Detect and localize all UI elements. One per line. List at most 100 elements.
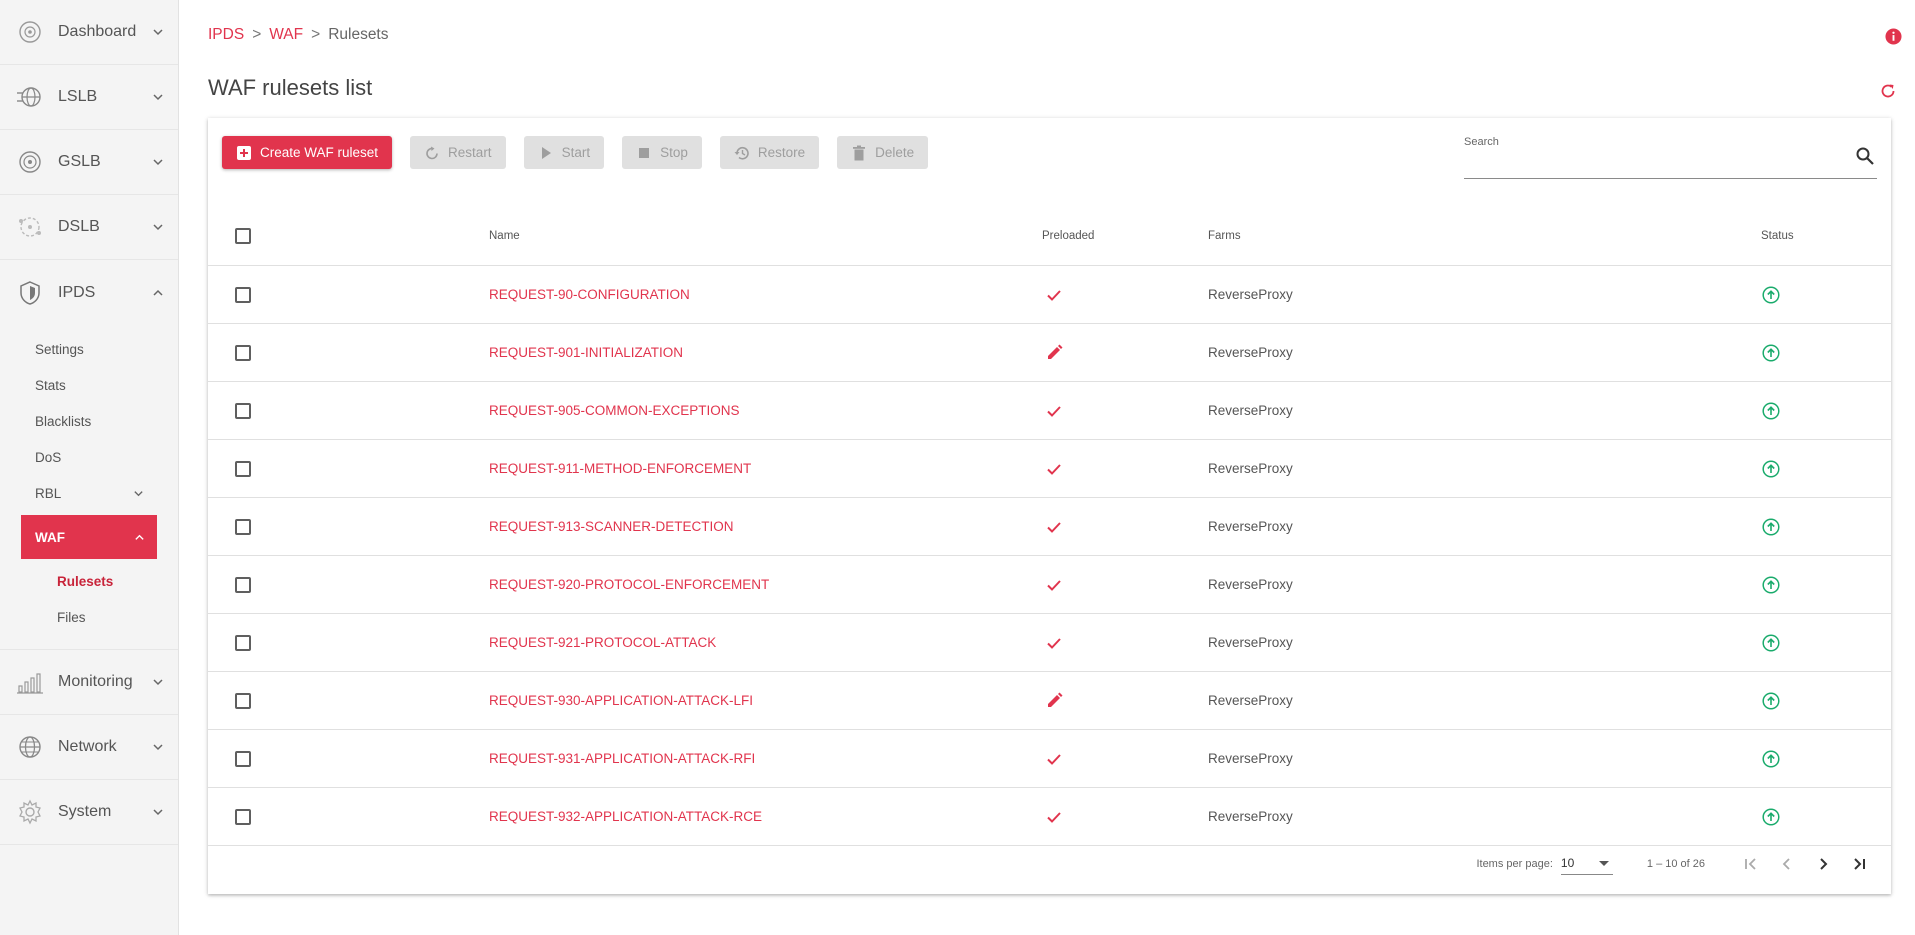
sidebar-item-ipds[interactable]: IPDS: [0, 260, 178, 325]
button-label: Delete: [875, 145, 915, 160]
start-button[interactable]: Start: [523, 136, 605, 169]
sidebar-item-label: System: [58, 803, 112, 820]
row-checkbox[interactable]: [235, 460, 251, 477]
sidebar-item-dslb[interactable]: DSLB: [0, 195, 178, 260]
status-up-icon: [1762, 691, 1780, 710]
sidebar-item-dashboard[interactable]: Dashboard: [0, 0, 178, 65]
ruleset-name-link[interactable]: REQUEST-921-PROTOCOL-ATTACK: [489, 635, 716, 650]
button-label: Restore: [757, 145, 806, 160]
column-header-name[interactable]: Name: [489, 230, 520, 242]
sidebar-subitem-dos[interactable]: DoS: [0, 439, 178, 475]
refresh-icon[interactable]: [1879, 82, 1897, 100]
previous-page-button[interactable]: [1769, 846, 1805, 882]
table-row: REQUEST-913-SCANNER-DETECTION ReverseProx…: [208, 498, 1891, 556]
chevron-down-icon: [153, 809, 163, 816]
stop-button[interactable]: Stop: [622, 136, 702, 169]
restore-button[interactable]: Restore: [719, 136, 820, 169]
search-field: Search: [1464, 136, 1877, 179]
items-per-page-select[interactable]: 10: [1560, 853, 1613, 875]
sidebar-item-network[interactable]: Network: [0, 715, 178, 780]
row-checkbox[interactable]: [235, 692, 251, 709]
table-row: REQUEST-930-APPLICATION-ATTACK-LFI Revers…: [208, 672, 1891, 730]
row-checkbox[interactable]: [235, 344, 251, 361]
select-all-checkbox[interactable]: [235, 227, 251, 244]
create-waf-ruleset-button[interactable]: Create WAF ruleset: [222, 136, 393, 169]
first-page-button[interactable]: [1733, 846, 1769, 882]
status-up-icon: [1762, 633, 1780, 652]
sidebar-item-monitoring[interactable]: Monitoring: [0, 650, 178, 715]
check-icon: [1047, 579, 1061, 591]
table-row: REQUEST-921-PROTOCOL-ATTACK ReverseProxy: [208, 614, 1891, 672]
row-checkbox[interactable]: [235, 286, 251, 303]
farms-cell: ReverseProxy: [1208, 345, 1293, 360]
ruleset-name-link[interactable]: REQUEST-911-METHOD-ENFORCEMENT: [489, 461, 751, 476]
chevron-down-icon: [134, 490, 143, 496]
ruleset-name-link[interactable]: REQUEST-90-CONFIGURATION: [489, 287, 690, 302]
status-up-icon: [1762, 517, 1780, 536]
button-label: Restart: [448, 145, 492, 160]
table-row: REQUEST-931-APPLICATION-ATTACK-RFI Revers…: [208, 730, 1891, 788]
chevron-up-icon: [135, 534, 144, 540]
column-header-farms[interactable]: Farms: [1208, 230, 1241, 242]
search-input[interactable]: [1464, 154, 1844, 176]
search-icon[interactable]: [1855, 146, 1875, 166]
last-page-button[interactable]: [1841, 846, 1877, 882]
ruleset-name-link[interactable]: REQUEST-905-COMMON-EXCEPTIONS: [489, 403, 740, 418]
sidebar-subitem-settings[interactable]: Settings: [0, 331, 178, 367]
ruleset-name-link[interactable]: REQUEST-930-APPLICATION-ATTACK-LFI: [489, 693, 753, 708]
first-page-icon: [1745, 858, 1756, 870]
ruleset-name-link[interactable]: REQUEST-920-PROTOCOL-ENFORCEMENT: [489, 577, 769, 592]
farms-cell: ReverseProxy: [1208, 287, 1293, 302]
sidebar-subitem-stats[interactable]: Stats: [0, 367, 178, 403]
network-icon: [15, 732, 45, 762]
rulesets-table: Name Preloaded Farms Status REQUEST-90-C…: [208, 206, 1891, 846]
ruleset-name-link[interactable]: REQUEST-932-APPLICATION-ATTACK-RCE: [489, 809, 762, 824]
rulesets-card: Create WAF ruleset Restart Start Stop Re…: [208, 118, 1891, 894]
sidebar-subitem-rbl[interactable]: RBL: [0, 475, 178, 511]
farms-cell: ReverseProxy: [1208, 751, 1293, 766]
ruleset-name-link[interactable]: REQUEST-931-APPLICATION-ATTACK-RFI: [489, 751, 755, 766]
restart-button[interactable]: Restart: [410, 136, 506, 169]
sidebar-item-lslb[interactable]: LSLB: [0, 65, 178, 130]
row-checkbox[interactable]: [235, 808, 251, 825]
check-icon: [1047, 289, 1061, 301]
next-page-button[interactable]: [1805, 846, 1841, 882]
status-up-icon: [1762, 749, 1780, 768]
status-up-icon: [1762, 343, 1780, 362]
sidebar-subitem-files[interactable]: Files: [0, 599, 178, 635]
pencil-edit-icon: [1048, 692, 1063, 707]
sidebar-subitem-waf[interactable]: WAF: [21, 515, 157, 559]
sidebar-subitem-label: RBL: [35, 485, 62, 501]
column-header-preloaded[interactable]: Preloaded: [1042, 230, 1094, 242]
check-icon: [1047, 521, 1061, 533]
sidebar-subitem-blacklists[interactable]: Blacklists: [0, 403, 178, 439]
info-icon[interactable]: [1885, 28, 1902, 45]
chevron-down-icon: [153, 159, 163, 166]
farms-cell: ReverseProxy: [1208, 577, 1293, 592]
row-checkbox[interactable]: [235, 634, 251, 651]
status-up-icon: [1762, 575, 1780, 594]
row-checkbox[interactable]: [235, 402, 251, 419]
gslb-icon: [15, 147, 45, 177]
row-checkbox[interactable]: [235, 750, 251, 767]
ruleset-name-link[interactable]: REQUEST-901-INITIALIZATION: [489, 345, 683, 360]
chevron-right-icon: [1820, 858, 1828, 870]
chevron-down-icon: [153, 224, 163, 231]
breadcrumb-separator: >: [252, 26, 262, 43]
sidebar-item-label: LSLB: [58, 88, 98, 105]
breadcrumb-ipds-link[interactable]: IPDS: [208, 26, 244, 44]
breadcrumb-separator: >: [311, 26, 321, 43]
delete-button[interactable]: Delete: [837, 136, 929, 169]
sidebar-item-gslb[interactable]: GSLB: [0, 130, 178, 195]
sidebar-subitem-rulesets[interactable]: Rulesets: [0, 563, 178, 599]
ruleset-name-link[interactable]: REQUEST-913-SCANNER-DETECTION: [489, 519, 734, 534]
row-checkbox[interactable]: [235, 518, 251, 535]
chevron-left-icon: [1782, 858, 1790, 870]
row-checkbox[interactable]: [235, 576, 251, 593]
column-header-status[interactable]: Status: [1761, 230, 1794, 242]
breadcrumb-current: Rulesets: [328, 26, 389, 43]
breadcrumb-waf-link[interactable]: WAF: [269, 26, 303, 44]
table-row: REQUEST-911-METHOD-ENFORCEMENT ReversePro…: [208, 440, 1891, 498]
sidebar-item-label: Dashboard: [58, 23, 137, 40]
sidebar-item-system[interactable]: System: [0, 780, 178, 845]
